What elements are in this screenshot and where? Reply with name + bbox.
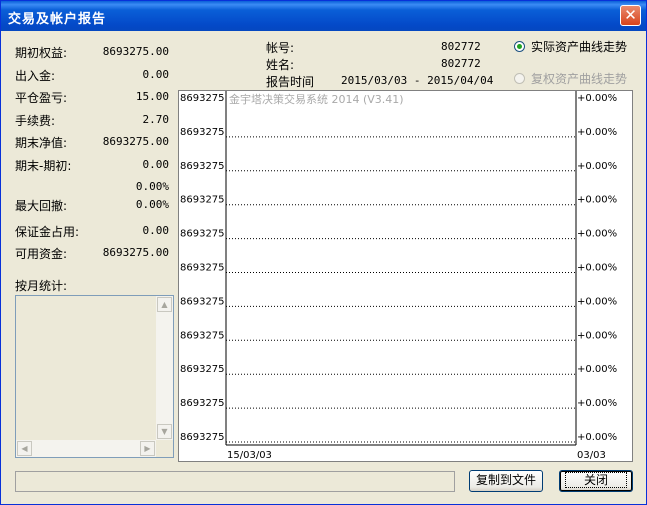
stat-label: 出入金: xyxy=(15,69,56,83)
x-start-label: 15/03/03 xyxy=(227,450,272,461)
arrow-left-icon[interactable]: ◀ xyxy=(17,441,32,456)
stat-label: 期末-期初: xyxy=(15,159,72,173)
stat-label: 最大回撤: xyxy=(15,199,68,213)
vertical-scrollbar[interactable]: ▲ ▼ xyxy=(156,296,173,440)
right-tick-label: +0.00% xyxy=(577,364,617,375)
stat-value: 0.00 xyxy=(142,224,170,237)
equity-chart: 8693275 +0.00% 8693275 +0.00% 8693275 +0.00% 8… xyxy=(178,90,633,462)
stat-label: 期初权益: xyxy=(15,46,68,60)
right-tick-label: +0.00% xyxy=(577,161,617,172)
window-title: 交易及帐户报告 xyxy=(8,12,107,27)
stat-value: 0.00% xyxy=(135,180,169,193)
report-window: 交易及帐户报告 ✕ 期初权益: 8693275.00 出入金: 0.00 平仓盈亏: 15… xyxy=(0,0,647,505)
left-tick-label: 8693275 xyxy=(180,330,225,341)
name-value: 802772 xyxy=(441,57,481,70)
stat-label: 平仓盈亏: xyxy=(15,91,68,105)
right-tick-label: +0.00% xyxy=(577,398,617,409)
stat-value: 8693275.00 xyxy=(102,45,169,58)
arrow-down-icon[interactable]: ▼ xyxy=(157,424,172,439)
horizontal-scrollbar[interactable]: ◀ ▶ xyxy=(16,440,156,457)
left-tick-label: 8693275 xyxy=(180,195,225,206)
stat-label: 手续费: xyxy=(15,114,56,128)
arrow-right-icon[interactable]: ▶ xyxy=(140,441,155,456)
stat-value: 8693275.00 xyxy=(102,246,169,259)
monthly-stats-list[interactable]: ▲ ▼ ◀ ▶ xyxy=(15,295,174,458)
right-tick-label: +0.00% xyxy=(577,330,617,341)
account-value: 802772 xyxy=(441,40,481,53)
left-tick-label: 8693275 xyxy=(180,229,225,240)
stat-value: 0.00 xyxy=(142,68,170,81)
arrow-up-icon[interactable]: ▲ xyxy=(157,297,172,312)
left-tick-label: 8693275 xyxy=(180,398,225,409)
stat-label: 可用资金: xyxy=(15,247,68,261)
x-end-label: 03/03 xyxy=(577,450,606,461)
left-tick-label: 8693275 xyxy=(180,127,225,138)
left-tick-label: 8693275 xyxy=(180,432,225,443)
left-tick-label: 8693275 xyxy=(180,263,225,274)
left-tick-label: 8693275 xyxy=(180,364,225,375)
stat-value: 15.00 xyxy=(135,90,169,103)
stat-label: 保证金占用: xyxy=(15,225,80,239)
stat-value: 8693275.00 xyxy=(102,135,169,148)
right-tick-label: +0.00% xyxy=(577,432,617,443)
close-button[interactable]: 关闭 xyxy=(559,470,633,492)
left-tick-label: 8693275 xyxy=(180,161,225,172)
left-tick-label: 8693275 xyxy=(180,296,225,307)
actual-curve-radio[interactable] xyxy=(514,41,525,52)
monthly-stats-label: 按月统计: xyxy=(15,279,68,293)
right-tick-label: +0.00% xyxy=(577,229,617,240)
name-label: 姓名: xyxy=(266,58,295,72)
stat-value: 0.00 xyxy=(142,158,170,171)
adjusted-curve-radio xyxy=(514,73,525,84)
right-tick-label: +0.00% xyxy=(577,93,617,104)
close-button-label: 关闭 xyxy=(564,472,627,488)
equity-chart-svg: 8693275 +0.00% 8693275 +0.00% 8693275 +0.00% 8… xyxy=(180,91,617,461)
close-icon[interactable]: ✕ xyxy=(620,5,641,26)
status-bar xyxy=(15,471,455,492)
copy-to-file-button[interactable]: 复制到文件 xyxy=(469,470,543,492)
adjusted-curve-label: 复权资产曲线走势 xyxy=(531,72,628,86)
right-tick-label: +0.00% xyxy=(577,195,617,206)
report-time-value: 2015/03/03 - 2015/04/04 xyxy=(341,74,494,87)
account-label: 帐号: xyxy=(266,41,295,55)
right-tick-label: +0.00% xyxy=(577,127,617,138)
stat-value: 0.00% xyxy=(135,198,169,211)
report-time-label: 报告时间 xyxy=(266,75,315,89)
left-tick-label: 8693275 xyxy=(180,93,225,104)
right-tick-label: +0.00% xyxy=(577,263,617,274)
actual-curve-label[interactable]: 实际资产曲线走势 xyxy=(531,38,627,55)
stat-value: 2.70 xyxy=(142,113,170,126)
chart-title: 金宇塔决策交易系统 2014 (V3.41) xyxy=(229,92,404,106)
stat-label: 期末净值: xyxy=(15,136,68,150)
right-tick-label: +0.00% xyxy=(577,296,617,307)
title-bar[interactable]: 交易及帐户报告 ✕ xyxy=(1,1,646,31)
